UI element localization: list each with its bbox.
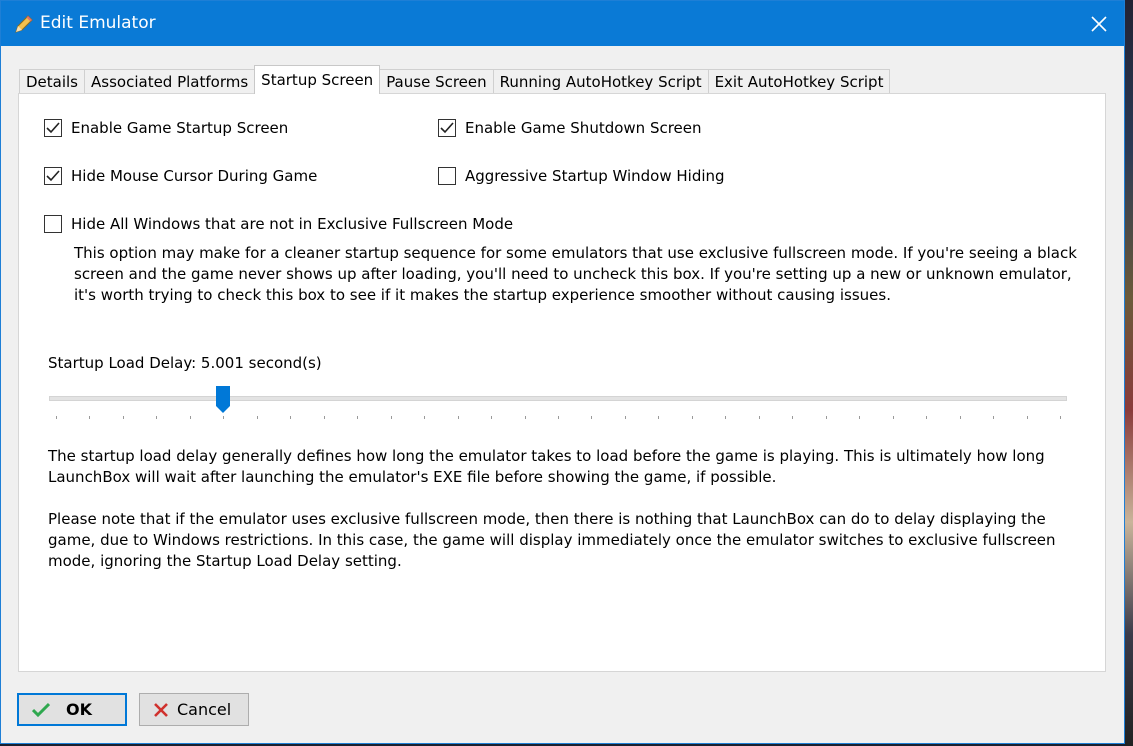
slider-tick [691,416,693,419]
slider-tick [926,416,928,419]
edit-emulator-dialog: Edit Emulator Details Associated Platfor… [0,0,1125,744]
fullscreen-note: Please note that if the emulator uses ex… [48,510,1056,570]
tab-details[interactable]: Details [19,69,86,94]
slider-tick [390,416,392,419]
slider-tick [56,416,57,419]
startup-delay-description: The startup load delay generally defines… [48,447,1045,486]
x-icon [153,702,169,718]
hide-cursor-checkbox[interactable] [44,167,62,185]
aggressive-hiding-checkbox-row[interactable]: Aggressive Startup Window Hiding [438,167,725,185]
slider-tick [223,416,225,419]
tab-pause-screen[interactable]: Pause Screen [379,69,494,94]
slider-tick [524,416,526,419]
enable-shutdown-label: Enable Game Shutdown Screen [465,119,702,137]
enable-startup-checkbox-row[interactable]: Enable Game Startup Screen [44,119,288,137]
slider-tick [591,416,593,419]
slider-tick [993,416,995,419]
slider-tick [624,416,626,419]
startup-delay-slider-ticks [49,416,1067,422]
hide-windows-checkbox-row[interactable]: Hide All Windows that are not in Exclusi… [44,215,513,233]
slider-tick [658,416,660,419]
slider-tick [859,416,861,419]
tab-strip: Details Associated Platforms Startup Scr… [19,65,891,94]
slider-tick [1026,416,1028,419]
slider-tick [122,416,124,419]
checkmark-icon [32,702,50,718]
slider-tick [156,416,158,419]
cancel-button[interactable]: Cancel [139,693,249,726]
close-button[interactable] [1082,7,1116,41]
slider-tick [558,416,559,419]
startup-delay-slider-track[interactable] [49,396,1067,401]
tab-running-autohotkey-script[interactable]: Running AutoHotkey Script [492,69,709,94]
tab-associated-platforms[interactable]: Associated Platforms [84,69,256,94]
startup-delay-label: Startup Load Delay: 5.001 second(s) [48,354,322,372]
ok-button[interactable]: OK [17,693,127,726]
aggressive-hiding-label: Aggressive Startup Window Hiding [465,167,725,185]
slider-tick [825,416,827,419]
hide-windows-checkbox[interactable] [44,215,62,233]
slider-tick [290,416,292,419]
slider-tick [725,416,727,419]
aggressive-hiding-checkbox[interactable] [438,167,456,185]
slider-tick [357,416,359,419]
hide-cursor-label: Hide Mouse Cursor During Game [71,167,318,185]
slider-tick [323,416,325,419]
slider-tick [491,416,493,419]
hide-windows-label: Hide All Windows that are not in Exclusi… [71,215,514,233]
slider-tick [892,416,894,419]
slider-tick [792,416,794,419]
window-title: Edit Emulator [40,13,156,33]
slider-tick [758,416,760,419]
slider-tick [256,416,258,419]
enable-startup-checkbox[interactable] [44,119,62,137]
startup-screen-panel: Enable Game Startup Screen Enable Game S… [18,93,1106,672]
slider-tick [959,416,961,419]
slider-tick [1060,416,1061,419]
enable-shutdown-checkbox[interactable] [438,119,456,137]
background-app-strip [1125,0,1133,746]
pencil-icon [13,13,35,35]
close-icon [1091,16,1107,32]
slider-tick [457,416,459,419]
startup-delay-slider-thumb[interactable] [216,386,231,414]
hide-windows-description: This option may make for a cleaner start… [74,244,1077,304]
title-bar: Edit Emulator [1,1,1124,46]
slider-tick [89,416,91,419]
tab-exit-autohotkey-script[interactable]: Exit AutoHotkey Script [707,69,891,94]
enable-shutdown-checkbox-row[interactable]: Enable Game Shutdown Screen [438,119,702,137]
hide-cursor-checkbox-row[interactable]: Hide Mouse Cursor During Game [44,167,317,185]
slider-tick [189,416,191,419]
slider-tick [424,416,426,419]
tab-startup-screen[interactable]: Startup Screen [254,65,381,94]
enable-startup-label: Enable Game Startup Screen [71,119,289,137]
